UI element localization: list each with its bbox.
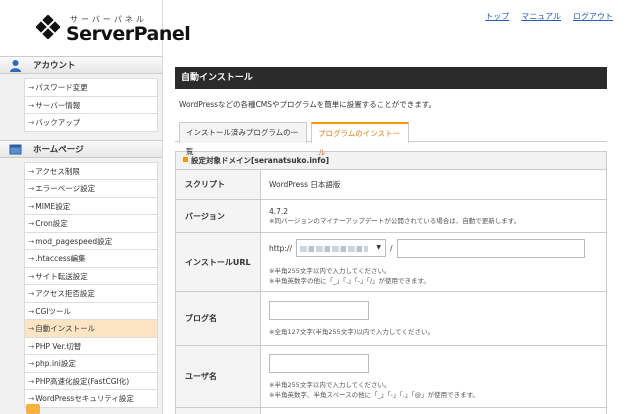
sidebar-list-homepage: →アクセス制限 →エラーページ設定 →MIME設定 →Cron設定 →mod_p… (24, 161, 158, 408)
nav-link-top[interactable]: トップ (485, 11, 509, 22)
sidebar: アカウント →パスワード変更 →サーバー情報 →バックアップ ホームページ →ア… (0, 56, 163, 414)
sidebar-item-htaccess[interactable]: →.htaccess編集 (25, 250, 157, 268)
url-input-line: http:// ▼ / (269, 238, 598, 258)
chevron-down-icon: ▼ (376, 244, 381, 251)
version-cell: 4.7.2 ※同バージョンのマイナーアップデートが公開されている場合は、自動で更… (261, 200, 606, 232)
blog-name-input[interactable] (269, 300, 369, 320)
sidebar-item-auto-install[interactable]: →自動インストール (25, 320, 157, 338)
row-user-name: ユーザ名 ※半角255文字以内で入力してください。 ※半角英数字、半角スペースの… (176, 346, 606, 408)
user-name-note-2: ※半角英数字、半角スペースの他に「_」「-」「.」「@」が使用できます。 (269, 390, 479, 399)
sidebar-item-access-limit[interactable]: →アクセス制限 (25, 163, 157, 180)
sidebar-item-wp-security[interactable]: →WordPressセキュリティ設定 (25, 390, 157, 408)
sidebar-item-pagespeed[interactable]: →mod_pagespeed設定 (25, 233, 157, 250)
sidebar-item-php-ini[interactable]: →php.ini設定 (25, 355, 157, 373)
sidebar-item-mime[interactable]: →MIME設定 (25, 198, 157, 215)
logo[interactable]: サーバーパネル ServerPanel (0, 0, 191, 56)
logo-diamond-icon (36, 15, 60, 39)
top-nav: トップ マニュアル ログアウト (485, 11, 613, 22)
row-label: スクリプト (176, 170, 261, 199)
sidebar-item-backup[interactable]: →バックアップ (25, 114, 157, 132)
version-note: ※同バージョンのマイナーアップデートが公開されている場合は、自動で更新します。 (269, 216, 521, 225)
page-title: 自動インストール (175, 67, 607, 89)
sidebar-section-title: アカウント (33, 61, 76, 71)
user-name-note-1: ※半角255文字以内で入力してください。 (269, 380, 391, 389)
sidebar-section-title: ホームページ (33, 144, 84, 155)
nav-link-logout[interactable]: ログアウト (573, 11, 613, 22)
blog-name-cell: ※全角127文字(半角255文字)以内で入力してください。 (261, 292, 606, 345)
url-prefix: http:// (269, 243, 292, 253)
sidebar-item-php-version[interactable]: →PHP Ver.切替 (25, 338, 157, 355)
tab-bar: インストール済みプログラムの一覧 プログラムのインストール (175, 122, 607, 157)
folder-icon (26, 404, 40, 414)
tab-install-program[interactable]: プログラムのインストール (311, 122, 409, 157)
header: サーバーパネル ServerPanel トップ マニュアル ログアウト (0, 0, 640, 56)
row-label: インストールURL (176, 233, 261, 291)
row-version: バージョン 4.7.2 ※同バージョンのマイナーアップデートが公開されている場合… (176, 200, 606, 233)
main-content: 自動インストール WordPressなどの各種CMSやプログラムを簡単に設置する… (175, 67, 607, 414)
tab-installed-list[interactable]: インストール済みプログラムの一覧 (179, 122, 307, 156)
sidebar-item-access-deny[interactable]: →アクセス拒否設定 (25, 285, 157, 303)
sidebar-section-account[interactable]: アカウント (0, 56, 162, 74)
version-value: 4.7.2 (269, 206, 289, 216)
panel-title: 設定対象ドメイン[seranatsuko.info] (191, 156, 330, 165)
url-note-1: ※半角255文字以内で入力してください。 (269, 266, 391, 275)
logo-name: ServerPanel (66, 23, 191, 45)
row-value-empty (261, 408, 606, 414)
user-name-input[interactable] (269, 353, 369, 373)
install-form-panel: 設定対象ドメイン[seranatsuko.info] スクリプト WordPre… (175, 151, 607, 414)
nav-link-manual[interactable]: マニュアル (521, 11, 561, 22)
page-description: WordPressなどの各種CMSやプログラムを簡単に設置することができます。 (179, 100, 437, 109)
url-slash: / (389, 243, 393, 253)
sidebar-item-site-redirect[interactable]: →サイト転送設定 (25, 268, 157, 285)
row-label: ブログ名 (176, 292, 261, 345)
sidebar-item-server-info[interactable]: →サーバー情報 (25, 97, 157, 114)
row-label: ユーザ名 (176, 346, 261, 407)
install-path-input[interactable] (396, 238, 585, 258)
sidebar-item-fastcgi[interactable]: →PHP高速化設定(FastCGI化) (25, 373, 157, 390)
sidebar-item-cron[interactable]: →Cron設定 (25, 215, 157, 233)
panel-header: 設定対象ドメイン[seranatsuko.info] (176, 152, 606, 170)
blog-name-note: ※全角127文字(半角255文字)以内で入力してください。 (269, 327, 434, 336)
sidebar-section-homepage[interactable]: ホームページ (0, 139, 162, 158)
row-label: バージョン (176, 200, 261, 232)
script-value: WordPress 日本語版 (269, 180, 341, 189)
domain-select[interactable]: ▼ (295, 239, 386, 257)
sidebar-item-password[interactable]: →パスワード変更 (25, 79, 157, 97)
row-install-url: インストールURL http:// ▼ / ※半角255文字以内で入力してくださ… (176, 233, 606, 292)
sidebar-item-cgi-tools[interactable]: →CGIツール (25, 303, 157, 320)
row-script: スクリプト WordPress 日本語版 (176, 170, 606, 200)
url-note-2: ※半角英数字の他に「_」「.」「-」「/」が使用できます。 (269, 276, 430, 285)
row-blog-name: ブログ名 ※全角127文字(半角255文字)以内で入力してください。 (176, 292, 606, 346)
homepage-icon (9, 144, 22, 154)
row-partial (176, 408, 606, 414)
install-url-cell: http:// ▼ / ※半角255文字以内で入力してください。 ※半角英数字の… (261, 233, 606, 291)
row-label-empty (176, 408, 261, 414)
sidebar-list-account: →パスワード変更 →サーバー情報 →バックアップ (24, 78, 158, 132)
redacted-domain (299, 246, 368, 252)
person-icon (10, 60, 21, 72)
user-name-cell: ※半角255文字以内で入力してください。 ※半角英数字、半角スペースの他に「_」… (261, 346, 606, 407)
sidebar-item-error-page[interactable]: →エラーページ設定 (25, 180, 157, 198)
